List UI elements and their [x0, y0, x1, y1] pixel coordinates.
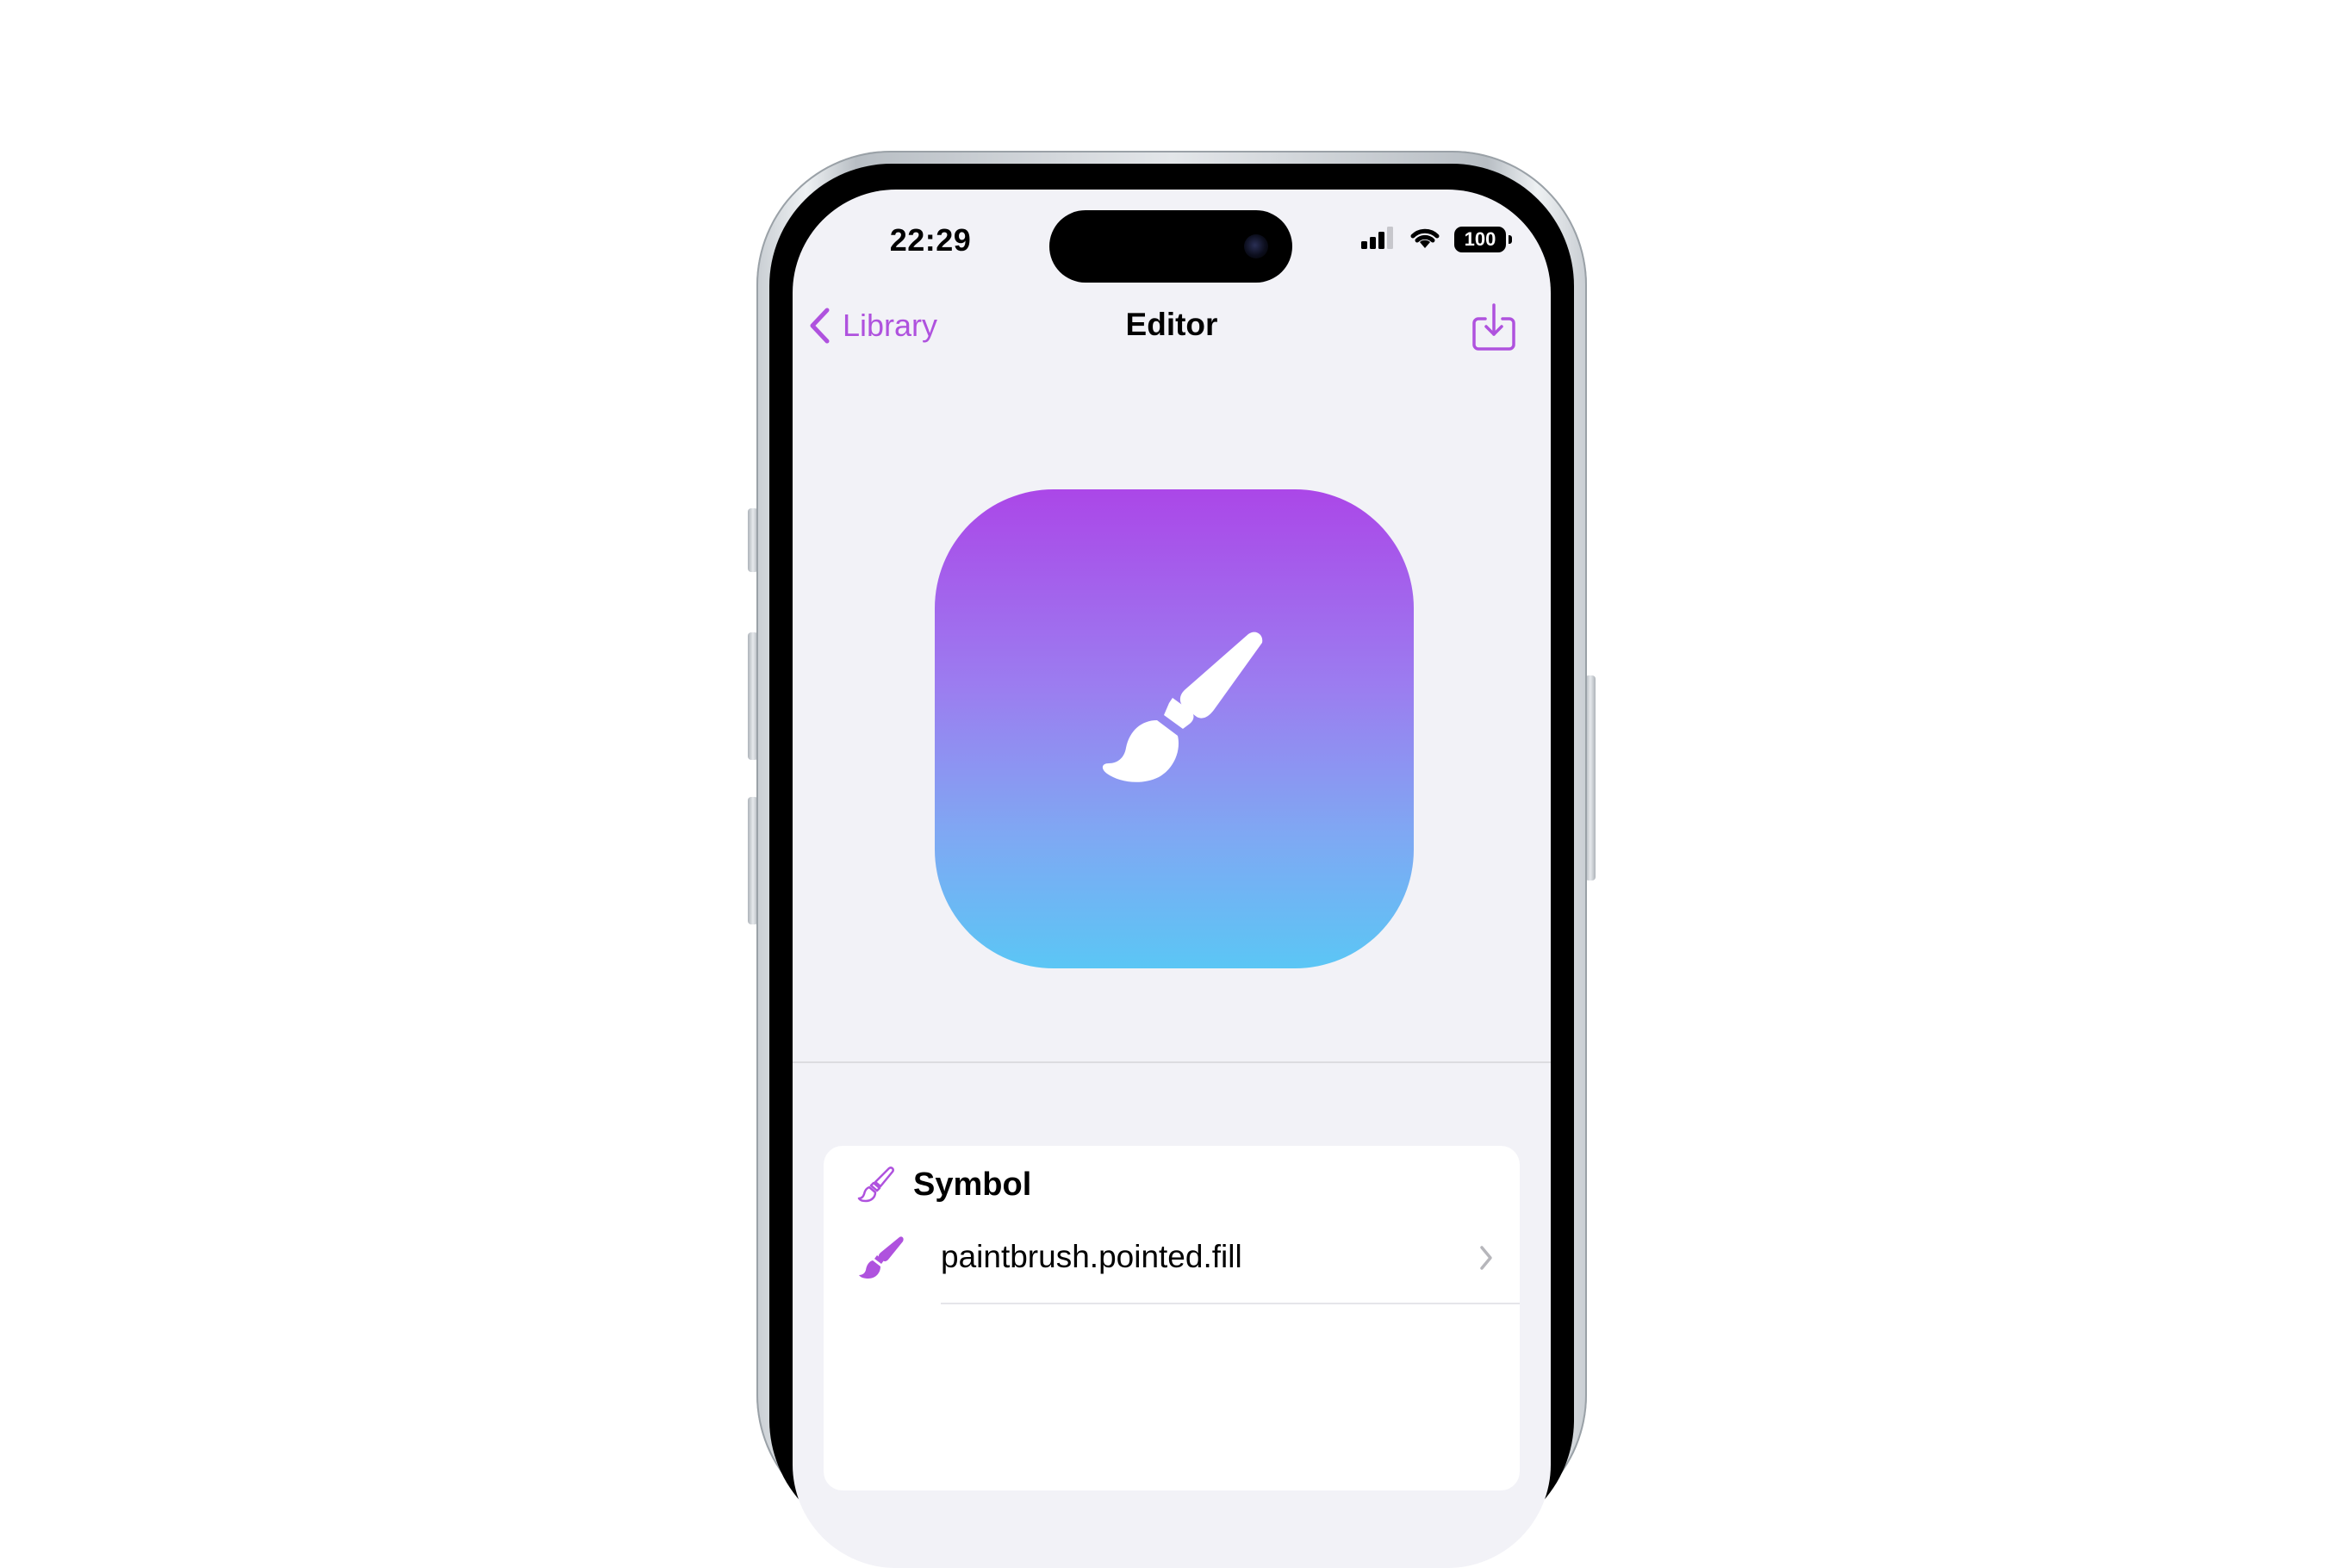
- battery-icon: 100: [1454, 227, 1512, 252]
- front-camera: [1244, 234, 1268, 258]
- section-divider: [793, 1061, 1551, 1063]
- wifi-icon: [1408, 225, 1442, 255]
- page-title: Editor: [1125, 307, 1218, 342]
- download-button[interactable]: [1470, 302, 1518, 353]
- cellular-signal-icon: [1361, 226, 1396, 254]
- icon-preview: [935, 489, 1414, 968]
- status-indicators: 100: [1361, 224, 1512, 255]
- symbol-picker-row[interactable]: paintbrush.pointed.fill: [824, 1223, 1520, 1296]
- battery-level: 100: [1464, 228, 1496, 250]
- square-and-arrow-down-icon: [1472, 303, 1515, 351]
- symbol-section-header: Symbol: [856, 1165, 1031, 1204]
- phone-screen: 22:29 100 Library Editor Symbol paintbru…: [793, 190, 1551, 1568]
- status-time: 22:29: [889, 222, 972, 258]
- chevron-right-icon: [1478, 1244, 1494, 1276]
- paintbrush-pointed-fill-icon: [856, 1234, 906, 1288]
- paintbrush-pointed-icon: [857, 1167, 894, 1203]
- row-separator: [941, 1303, 1520, 1304]
- symbol-card: Symbol paintbrush.pointed.fill: [824, 1146, 1520, 1490]
- symbol-name-value: paintbrush.pointed.fill: [941, 1239, 1242, 1274]
- dynamic-island: [1049, 210, 1292, 283]
- paintbrush-pointed-fill-icon: [1102, 632, 1263, 782]
- symbol-section-title: Symbol: [913, 1166, 1032, 1203]
